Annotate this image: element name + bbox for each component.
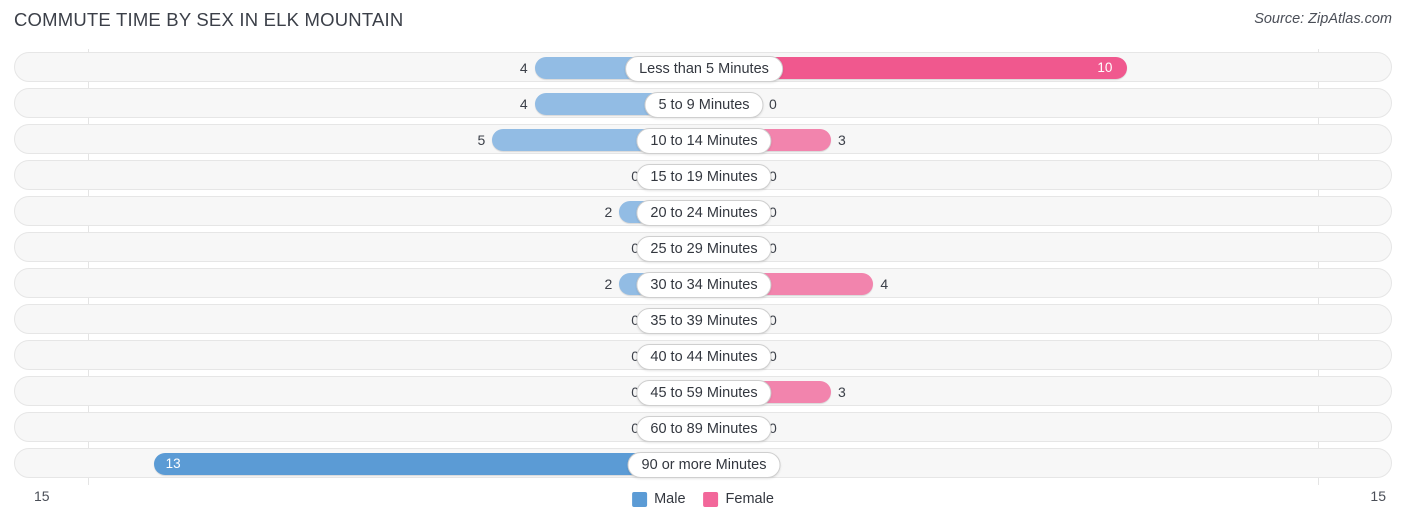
female-value-label: 0	[769, 168, 777, 184]
female-value-label: 3	[838, 132, 846, 148]
table-row[interactable]: 0 0 60 to 89 Minutes	[14, 412, 1392, 442]
legend-swatch-male-icon	[632, 491, 648, 507]
female-track: 0	[704, 161, 1339, 191]
row-inner: 2 4 30 to 34 Minutes	[15, 269, 1391, 299]
male-track: 5	[69, 125, 704, 155]
table-row[interactable]: 0 0 40 to 44 Minutes	[14, 340, 1392, 370]
male-track: 4	[69, 53, 704, 83]
male-value-label: 0	[631, 168, 639, 184]
row-inner: 0 0 25 to 29 Minutes	[15, 233, 1391, 263]
legend-label-male: Male	[654, 491, 686, 507]
female-value-label: 3	[838, 384, 846, 400]
male-value-label: 4	[519, 60, 528, 76]
category-label[interactable]: 40 to 44 Minutes	[636, 344, 772, 370]
source-attribution: Source: ZipAtlas.com	[1254, 11, 1392, 27]
table-row[interactable]: 13 090 or more Minutes	[14, 448, 1392, 478]
row-inner: 4 10 Less than 5 Minutes	[15, 53, 1391, 83]
legend: Male Female	[632, 486, 774, 512]
male-value-label: 13	[165, 456, 181, 471]
axis-tick-right: 15	[1370, 488, 1386, 504]
male-track: 0	[69, 305, 704, 335]
female-value-label: 0	[769, 240, 777, 256]
page-title: COMMUTE TIME BY SEX IN ELK MOUNTAIN	[14, 9, 404, 30]
table-row[interactable]: 4 0 5 to 9 Minutes	[14, 88, 1392, 118]
female-track: 0	[704, 413, 1339, 443]
row-inner: 2 0 20 to 24 Minutes	[15, 197, 1391, 227]
table-row[interactable]: 5 3 10 to 14 Minutes	[14, 124, 1392, 154]
legend-item-male[interactable]: Male	[632, 491, 686, 507]
male-track: 0	[69, 161, 704, 191]
male-bar[interactable]	[153, 453, 704, 475]
table-row[interactable]: 0 0 35 to 39 Minutes	[14, 304, 1392, 334]
table-row[interactable]: 2 0 20 to 24 Minutes	[14, 196, 1392, 226]
male-track: 0	[69, 413, 704, 443]
category-label[interactable]: Less than 5 Minutes	[625, 56, 783, 82]
female-value-label: 10	[1097, 60, 1113, 75]
male-track: 13	[69, 449, 704, 479]
table-row[interactable]: 0 3 45 to 59 Minutes	[14, 376, 1392, 406]
category-label[interactable]: 45 to 59 Minutes	[636, 380, 772, 406]
table-row[interactable]: 2 4 30 to 34 Minutes	[14, 268, 1392, 298]
category-label[interactable]: 5 to 9 Minutes	[644, 92, 764, 118]
table-row[interactable]: 4 10 Less than 5 Minutes	[14, 52, 1392, 82]
category-label[interactable]: 35 to 39 Minutes	[636, 308, 772, 334]
legend-swatch-female-icon	[703, 491, 719, 507]
table-row[interactable]: 0 0 15 to 19 Minutes	[14, 160, 1392, 190]
male-value-label: 0	[631, 384, 639, 400]
female-value-label: 0	[769, 204, 777, 220]
female-track: 4	[704, 269, 1339, 299]
female-track: 3	[704, 377, 1339, 407]
female-track: 0	[704, 197, 1339, 227]
axis-tick-left: 15	[34, 488, 50, 504]
female-track: 3	[704, 125, 1339, 155]
row-inner: 0 0 35 to 39 Minutes	[15, 305, 1391, 335]
female-track: 0	[704, 341, 1339, 371]
female-value-label: 4	[880, 276, 889, 292]
chart-header: COMMUTE TIME BY SEX IN ELK MOUNTAIN Sour…	[0, 0, 1406, 44]
female-value-label: 0	[769, 348, 777, 364]
female-track: 0	[704, 233, 1339, 263]
category-label[interactable]: 60 to 89 Minutes	[636, 416, 772, 442]
female-value-label: 0	[769, 420, 777, 436]
legend-item-female[interactable]: Female	[703, 491, 774, 507]
female-track: 0	[704, 449, 1339, 479]
row-inner: 13 090 or more Minutes	[15, 449, 1391, 479]
male-track: 2	[69, 269, 704, 299]
row-inner: 0 0 60 to 89 Minutes	[15, 413, 1391, 443]
male-track: 0	[69, 341, 704, 371]
female-value-label: 0	[769, 312, 777, 328]
category-label[interactable]: 90 or more Minutes	[627, 452, 781, 478]
female-value-label: 0	[769, 96, 777, 112]
category-label[interactable]: 10 to 14 Minutes	[636, 128, 772, 154]
female-track: 0	[704, 89, 1339, 119]
row-inner: 5 3 10 to 14 Minutes	[15, 125, 1391, 155]
chart-root: COMMUTE TIME BY SEX IN ELK MOUNTAIN Sour…	[0, 0, 1406, 522]
male-value-label: 0	[631, 240, 639, 256]
category-label[interactable]: 15 to 19 Minutes	[636, 164, 772, 190]
row-inner: 0 0 15 to 19 Minutes	[15, 161, 1391, 191]
male-value-label: 2	[604, 204, 613, 220]
female-track: 10	[704, 53, 1339, 83]
row-inner: 4 0 5 to 9 Minutes	[15, 89, 1391, 119]
male-track: 2	[69, 197, 704, 227]
male-track: 4	[69, 89, 704, 119]
male-track: 0	[69, 233, 704, 263]
female-track: 0	[704, 305, 1339, 335]
plot-area: 4 10 Less than 5 Minutes 4 0 5 to 9 Minutes 5 3…	[14, 49, 1392, 485]
male-value-label: 0	[631, 420, 639, 436]
category-label[interactable]: 20 to 24 Minutes	[636, 200, 772, 226]
male-value-label: 4	[519, 96, 528, 112]
male-value-label: 0	[631, 312, 639, 328]
row-inner: 0 3 45 to 59 Minutes	[15, 377, 1391, 407]
male-value-label: 0	[631, 348, 639, 364]
chart-footer: 15 15 Male Female	[14, 486, 1392, 516]
male-track: 0	[69, 377, 704, 407]
male-value-label: 5	[477, 132, 486, 148]
table-row[interactable]: 0 0 25 to 29 Minutes	[14, 232, 1392, 262]
row-inner: 0 0 40 to 44 Minutes	[15, 341, 1391, 371]
category-label[interactable]: 25 to 29 Minutes	[636, 236, 772, 262]
legend-label-female: Female	[725, 491, 774, 507]
category-label[interactable]: 30 to 34 Minutes	[636, 272, 772, 298]
male-value-label: 2	[604, 276, 613, 292]
